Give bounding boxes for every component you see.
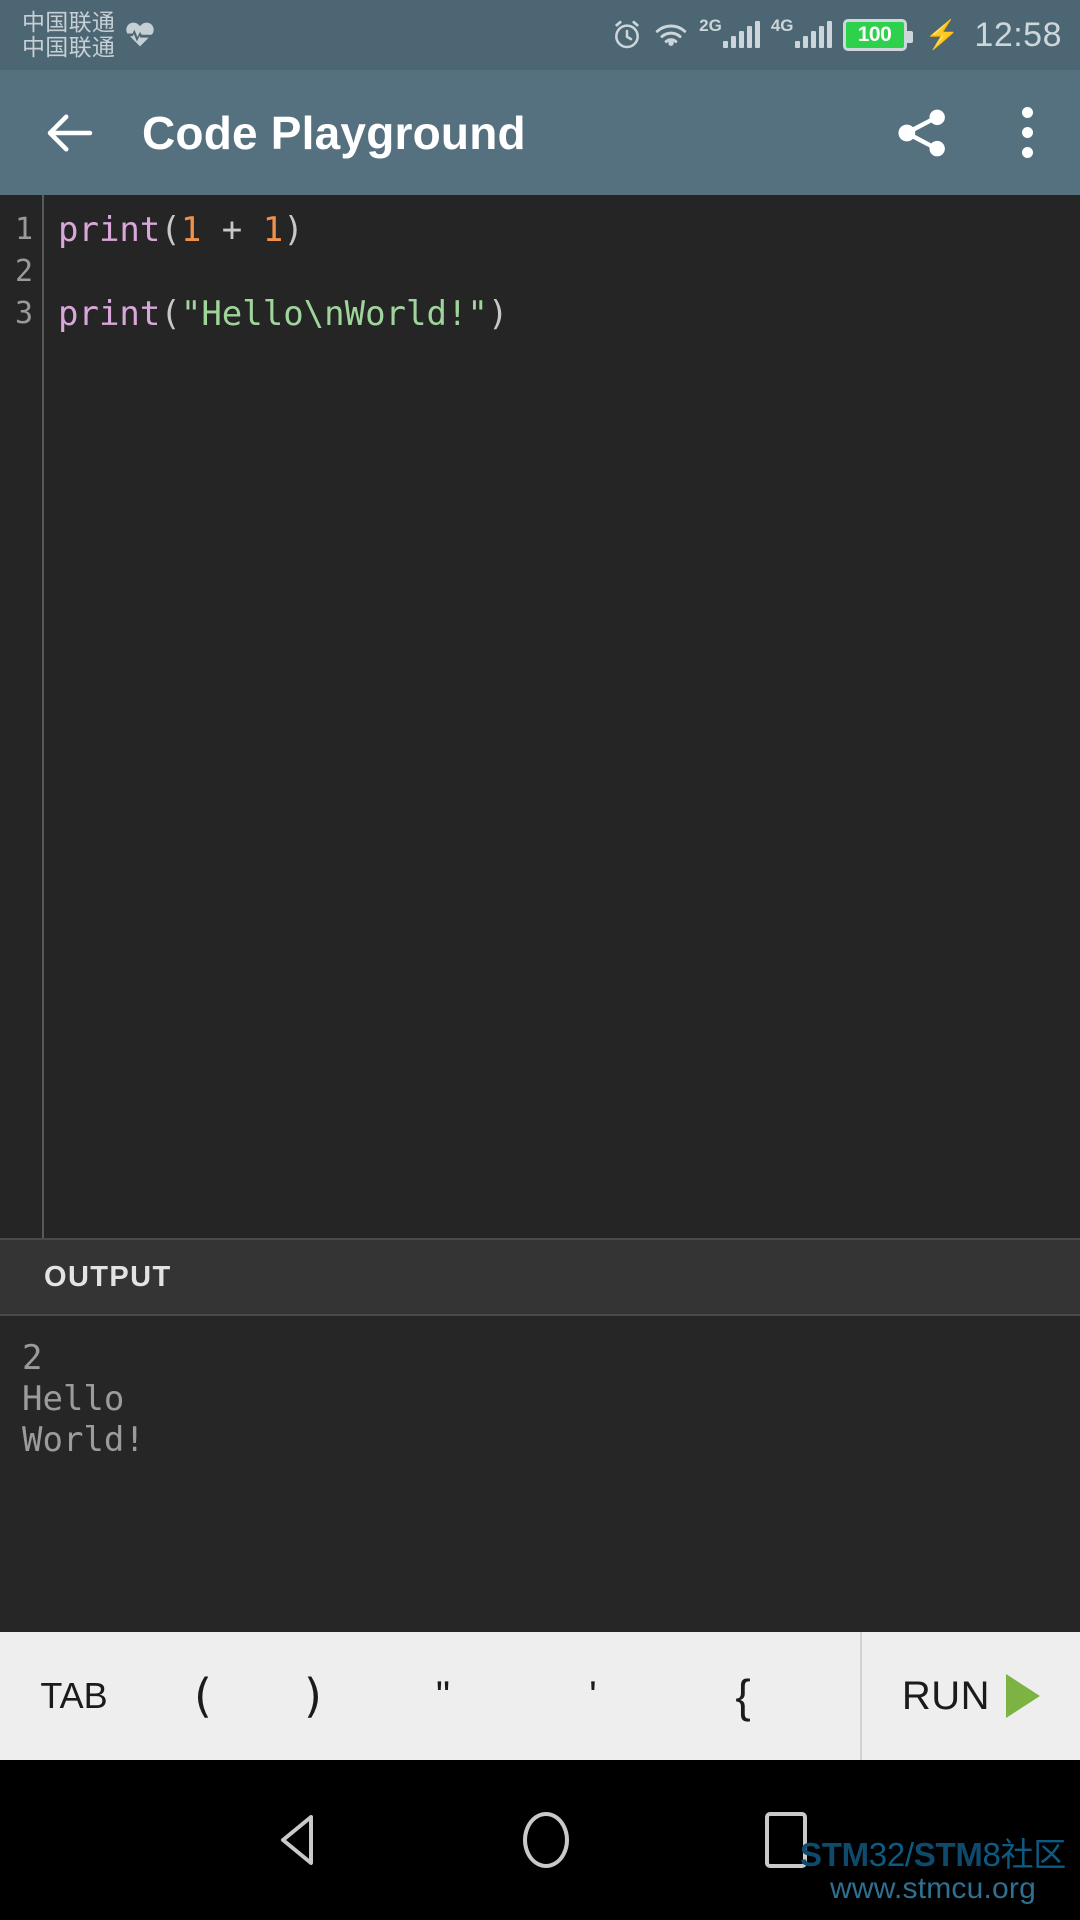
- watermark: STM32/STM8社区 www.stmcu.org: [800, 1835, 1067, 1905]
- code-token-fn: print: [58, 294, 161, 334]
- code-token-punct: (: [160, 294, 181, 334]
- key-toolbar: TAB ( ) " ' { RUN: [0, 1632, 1080, 1760]
- android-nav-bar: STM32/STM8社区 www.stmcu.org: [0, 1760, 1080, 1920]
- carrier-names: 中国联通 中国联通: [22, 10, 115, 60]
- watermark-line-1: STM32/STM8社区: [800, 1835, 1067, 1873]
- output-line: Hello: [22, 1379, 125, 1419]
- signal-bars-2g: [722, 21, 760, 48]
- heart-rate-icon: [126, 22, 154, 47]
- output-line: World!: [22, 1420, 145, 1460]
- watermark-8-cn: 8社区: [982, 1835, 1067, 1873]
- code-token-str: "Hello\nWorld!": [180, 294, 488, 334]
- code-token-num: 1: [262, 210, 284, 250]
- line-number-gutter: 1 2 3: [0, 195, 44, 1238]
- run-button[interactable]: RUN: [862, 1632, 1080, 1760]
- lightning-bolt-icon: ⚡: [924, 19, 960, 50]
- code-text-area[interactable]: print(1 + 1) print("Hello\nWorld!"): [44, 195, 1080, 1238]
- key-open-brace[interactable]: {: [668, 1632, 818, 1760]
- page-title: Code Playground: [142, 106, 526, 159]
- back-arrow-icon[interactable]: [40, 103, 100, 163]
- nav-buttons-group: [273, 1811, 807, 1869]
- line-number: 1: [14, 212, 33, 247]
- line-number: 2: [14, 254, 33, 289]
- nav-home-button[interactable]: [523, 1812, 569, 1868]
- key-close-paren[interactable]: ): [258, 1632, 368, 1760]
- carrier-primary-label: 中国联通: [22, 9, 116, 36]
- nav-recents-button[interactable]: [765, 1812, 807, 1868]
- carrier-secondary-label: 中国联通: [22, 34, 116, 60]
- network-4g-label: 4G: [770, 16, 794, 35]
- code-token-punct: ): [487, 294, 509, 334]
- code-token-num: 1: [180, 210, 202, 250]
- app-bar: Code Playground: [0, 70, 1080, 195]
- code-token-fn: print: [58, 210, 161, 250]
- key-double-quote[interactable]: ": [368, 1632, 518, 1760]
- output-console: 2 Hello World!: [0, 1316, 1080, 1632]
- status-bar: 中国联通 中国联通 2G 4G 100 ⚡ 12:58: [0, 0, 1080, 70]
- run-button-label: RUN: [901, 1673, 991, 1718]
- watermark-32: 32/: [868, 1835, 914, 1873]
- status-icons-group: 2G 4G 100 ⚡ 12:58: [611, 16, 1062, 55]
- alarm-clock-icon: [615, 20, 640, 49]
- symbol-keys-group: TAB ( ) " ' {: [0, 1632, 862, 1760]
- output-header-label: OUTPUT: [44, 1260, 172, 1293]
- code-line: print("Hello\nWorld!"): [58, 293, 1080, 335]
- code-token-punct: (: [160, 210, 181, 250]
- code-token-op: +: [201, 210, 263, 250]
- nav-back-icon: [281, 1815, 313, 1865]
- code-line: print(1 + 1): [58, 209, 1080, 251]
- key-single-quote[interactable]: ': [518, 1632, 668, 1760]
- signal-4g-indicator: 4G: [771, 16, 832, 48]
- battery-indicator: 100: [842, 19, 913, 51]
- overflow-menu-icon[interactable]: [1004, 105, 1050, 161]
- key-open-paren[interactable]: (: [148, 1632, 258, 1760]
- phone-screen: 中国联通 中国联通 2G 4G 100 ⚡ 12:58 Code Playgro…: [0, 0, 1080, 1920]
- network-2g-label: 2G: [699, 16, 722, 35]
- nav-recents-icon: [765, 1812, 807, 1868]
- output-header: OUTPUT: [0, 1238, 1080, 1316]
- watermark-stm-1: STM: [800, 1835, 869, 1873]
- output-line: 2: [22, 1338, 43, 1378]
- carrier-block: 中国联通 中国联通: [22, 10, 157, 60]
- watermark-line-2: www.stmcu.org: [830, 1871, 1036, 1905]
- key-tab[interactable]: TAB: [0, 1632, 148, 1760]
- app-bar-actions: [894, 105, 1050, 161]
- wifi-icon: [655, 24, 687, 47]
- play-triangle-icon: [1006, 1674, 1041, 1718]
- nav-back-button[interactable]: [273, 1811, 327, 1869]
- battery-level-label: 100: [857, 23, 892, 46]
- signal-2g-indicator: 2G: [699, 16, 760, 48]
- signal-bars-4g: [794, 21, 832, 48]
- status-clock: 12:58: [974, 15, 1062, 54]
- line-number: 3: [14, 296, 33, 331]
- watermark-stm-2: STM: [913, 1835, 983, 1873]
- code-token-punct: ): [283, 210, 304, 250]
- share-icon[interactable]: [894, 105, 950, 161]
- code-editor[interactable]: 1 2 3 print(1 + 1) print("Hello\nWorld!"): [0, 195, 1080, 1238]
- nav-home-icon: [523, 1812, 569, 1868]
